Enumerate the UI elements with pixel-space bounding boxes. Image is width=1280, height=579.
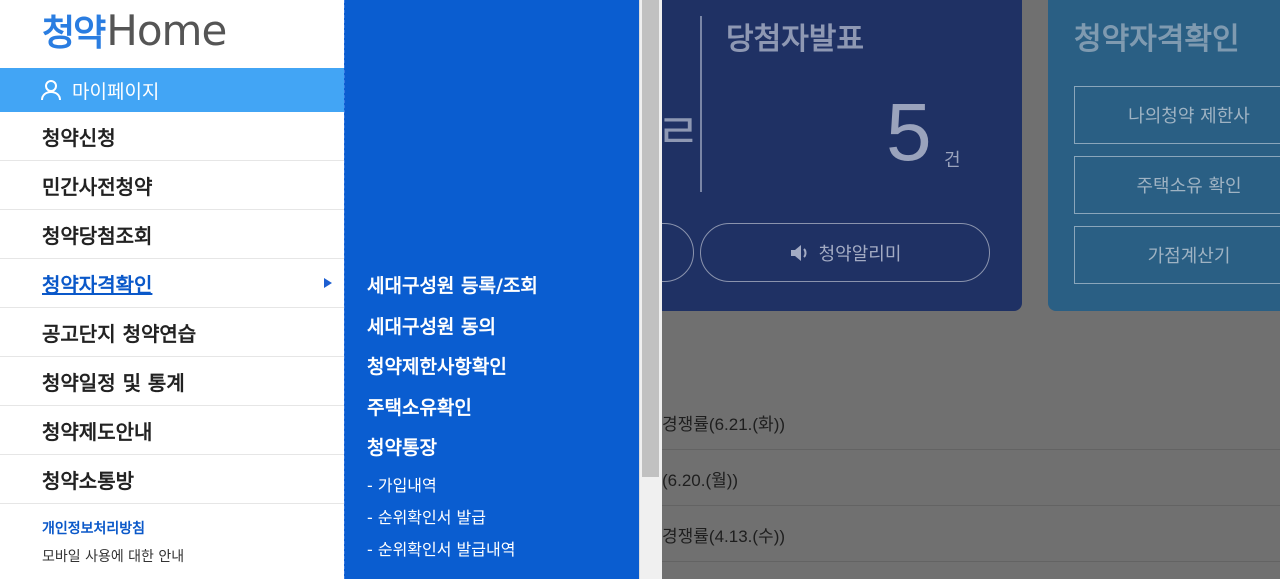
mobile-guide-link[interactable]: 모바일 사용에 대한 안내 [42,546,184,566]
footer-links: 개인정보처리방침 모바일 사용에 대한 안내 [42,518,184,574]
notice-item[interactable]: (6.20.(월)) [662,466,738,491]
menu-item-apply[interactable]: 청약신청 [0,112,344,161]
divider [662,505,1280,506]
scrollbar-thumb[interactable] [642,0,659,477]
alarm-label: 청약알리미 [818,243,902,265]
privacy-policy-link[interactable]: 개인정보처리방침 [42,518,184,538]
score-calculator-button[interactable]: 가점계산기 [1074,226,1280,284]
divider [662,561,1280,562]
logo-korean: 청약 [42,13,106,54]
notice-item[interactable]: 경쟁률(6.21.(화)) [662,410,785,435]
logo-english: Home [106,5,227,55]
menu-item-label: 민간사전청약 [42,174,153,199]
submenu-household-register[interactable]: 세대구성원 등록/조회 [367,271,538,298]
winner-unit: 건 [944,150,961,171]
sidebar: 청약 Home 마이페이지 청약신청 민간사전청약 청약당첨조회 청약자격확인 … [0,0,344,579]
submenu-child-enrollment[interactable]: - 가입내역 [367,472,437,496]
main-menu: 청약신청 민간사전청약 청약당첨조회 청약자격확인 공고단지 청약연습 청약일정… [0,112,344,504]
menu-item-community[interactable]: 청약소통방 [0,455,344,504]
mypage-label: 마이페이지 [72,80,160,103]
submenu-house-ownership[interactable]: 주택소유확인 [367,393,472,420]
submenu-restriction-check[interactable]: 청약제한사항확인 [367,352,507,379]
menu-item-winner-lookup[interactable]: 청약당첨조회 [0,210,344,259]
winner-count: 5 [886,87,932,178]
menu-item-system-guide[interactable]: 청약제도안내 [0,406,344,455]
submenu-child-rank-history[interactable]: - 순위확인서 발급내역 [367,536,515,560]
menu-item-label: 청약자격확인 [42,272,153,297]
restriction-check-button[interactable]: 나의청약 제한사 [1074,86,1280,144]
submenu-account[interactable]: 청약통장 [367,433,437,460]
menu-item-label: 청약신청 [42,125,116,150]
menu-item-label: 청약일정 및 통계 [42,370,185,395]
card-divider [700,16,702,192]
partial-number: ㄹ [656,106,701,159]
mypage-button[interactable]: 마이페이지 [0,68,344,112]
speaker-icon [790,244,807,261]
submenu-household-consent[interactable]: 세대구성원 동의 [367,312,496,339]
menu-item-practice[interactable]: 공고단지 청약연습 [0,308,344,357]
divider [662,449,1280,450]
alarm-button[interactable]: 청약알리미 [700,223,990,282]
triangle-right-icon [324,278,332,288]
menu-item-schedule-stats[interactable]: 청약일정 및 통계 [0,357,344,406]
person-icon [41,80,61,101]
menu-item-private-pre-subscription[interactable]: 민간사전청약 [0,161,344,210]
notice-item[interactable]: 경쟁률(4.13.(수)) [662,522,785,547]
logo[interactable]: 청약 Home [42,4,227,56]
house-ownership-button[interactable]: 주택소유 확인 [1074,156,1280,214]
submenu-child-rank-issue[interactable]: - 순위확인서 발급 [367,504,486,528]
qualification-title: 청약자격확인 [1074,22,1240,57]
menu-item-label: 공고단지 청약연습 [42,321,197,346]
menu-item-label: 청약소통방 [42,468,134,493]
menu-item-label: 청약당첨조회 [42,223,153,248]
submenu-panel: 세대구성원 등록/조회 세대구성원 동의 청약제한사항확인 주택소유확인 청약통… [344,0,639,579]
menu-item-label: 청약제도안내 [42,419,153,444]
winner-title: 당첨자발표 [726,22,864,57]
menu-item-qualification-check[interactable]: 청약자격확인 [0,259,344,308]
